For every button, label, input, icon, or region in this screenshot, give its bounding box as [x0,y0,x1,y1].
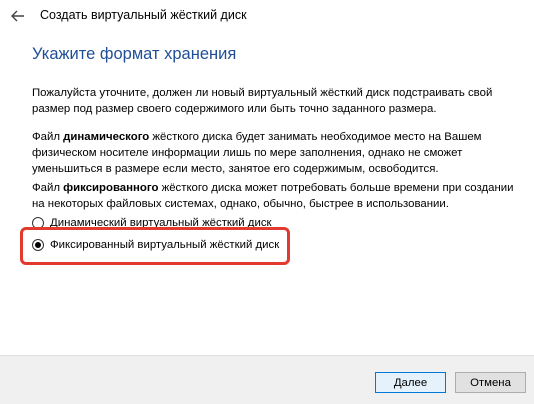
radio-fixed-circle[interactable] [32,239,44,251]
radio-fixed[interactable]: Фиксированный виртуальный жёсткий диск [32,236,279,254]
dynamic-text-before: Файл [32,131,64,143]
radio-dynamic[interactable]: Динамический виртуальный жёсткий диск [32,214,272,232]
fixed-description: Файл фиксированного жёсткого диска может… [32,180,517,212]
fixed-bold-term: фиксированного [63,182,159,194]
radio-dynamic-label[interactable]: Динамический виртуальный жёсткий диск [50,217,272,229]
dynamic-bold-term: динамического [63,131,150,143]
next-button[interactable]: Далее [375,372,446,393]
cancel-button[interactable]: Отмена [455,372,526,393]
intro-paragraph: Пожалуйста уточните, должен ли новый вир… [32,87,493,115]
footer-bar: Далее Отмена [0,355,534,404]
page-heading: Укажите формат хранения [32,45,237,63]
title-bar: Создать виртуальный жёсткий диск [0,0,534,34]
radio-fixed-label[interactable]: Фиксированный виртуальный жёсткий диск [50,239,279,251]
fixed-text-before: Файл [32,182,64,194]
window-title: Создать виртуальный жёсткий диск [40,8,247,22]
arrow-left-icon [11,10,24,22]
back-button[interactable] [6,5,30,27]
radio-dynamic-circle[interactable] [32,217,44,229]
dynamic-description: Файл динамического жёсткого диска будет … [32,129,517,177]
